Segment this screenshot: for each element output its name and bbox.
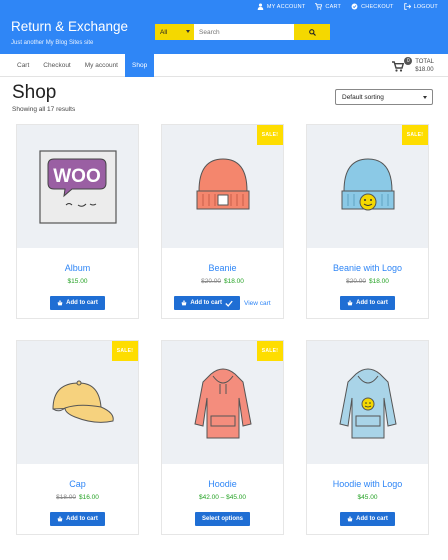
my-account-link[interactable]: MY ACCOUNT xyxy=(257,3,306,10)
cart-total-label: TOTAL xyxy=(415,59,434,65)
add-to-cart-label: Add to cart xyxy=(66,300,98,306)
checkout-icon xyxy=(351,3,358,10)
product-card-cap: SALE! Cap $18.00 $16.00 Add to cart xyxy=(16,340,139,535)
product-name[interactable]: Album xyxy=(17,263,138,273)
site-description: Just another My Blog Sites site xyxy=(11,40,94,46)
product-price: $15.00 xyxy=(17,278,138,285)
logout-icon xyxy=(403,3,411,10)
search-icon xyxy=(308,28,316,36)
product-name[interactable]: Cap xyxy=(17,479,138,489)
result-count: Showing all 17 results xyxy=(12,106,76,113)
sale-badge: SALE! xyxy=(112,341,138,361)
nav-item-checkout[interactable]: Checkout xyxy=(36,54,77,77)
logout-link[interactable]: LOGOUT xyxy=(403,3,438,10)
basket-icon xyxy=(347,300,353,306)
sale-badge: SALE! xyxy=(257,125,283,145)
add-to-cart-label: Add to cart xyxy=(356,516,388,522)
checkmark-icon xyxy=(225,300,233,307)
add-to-cart-label: Add to cart xyxy=(66,516,98,522)
add-to-cart-button[interactable]: Add to cart xyxy=(340,296,395,310)
current-price: $15.00 xyxy=(67,278,88,285)
old-price: $20.00 xyxy=(201,278,221,285)
sale-badge: SALE! xyxy=(402,125,428,145)
select-options-label: Select options xyxy=(201,516,243,522)
view-cart-link[interactable]: View cart xyxy=(244,300,271,307)
cart-total-value: $18.00 xyxy=(415,67,434,73)
add-to-cart-button[interactable]: Add to cart xyxy=(340,512,395,526)
hoodie-image xyxy=(193,368,252,438)
product-card-beanie-with-logo: SALE! Beanie with Logo $20.00 $18.00 Add … xyxy=(306,124,429,319)
page-title: Shop xyxy=(12,82,57,103)
logout-label: LOGOUT xyxy=(413,3,438,10)
main-navigation: Cart Checkout My account Shop 0 TOTAL $1… xyxy=(0,54,448,77)
cart-icon: 0 xyxy=(392,57,413,72)
add-to-cart-label: Add to cart xyxy=(356,300,388,306)
product-price: $45.00 xyxy=(307,494,428,501)
product-name[interactable]: Beanie xyxy=(162,263,283,273)
my-account-label: MY ACCOUNT xyxy=(266,3,306,10)
cart-link[interactable]: CART xyxy=(315,3,341,10)
cart-count-badge: 0 xyxy=(404,57,413,65)
site-title[interactable]: Return & Exchange xyxy=(11,19,128,34)
basket-icon xyxy=(181,300,187,306)
product-card-hoodie-with-logo: Hoodie with Logo $45.00 Add to cart xyxy=(306,340,429,535)
sort-select-value: Default sorting xyxy=(342,93,384,101)
svg-text:WOO: WOO xyxy=(53,166,101,187)
cap-image xyxy=(51,380,114,423)
search-category-label: All xyxy=(160,28,168,36)
product-card-album: WOO Album $15.00 Add to cart xyxy=(16,124,139,319)
search-button[interactable] xyxy=(294,24,330,40)
site-header: MY ACCOUNT CART CHECKOUT LOGOUT Return &… xyxy=(0,0,448,54)
product-price: $20.00 $18.00 xyxy=(307,278,428,285)
current-price: $16.00 xyxy=(79,494,99,501)
product-price: $20.00 $18.00 xyxy=(162,278,283,285)
chevron-down-icon xyxy=(423,96,427,99)
nav-item-my-account[interactable]: My account xyxy=(78,54,125,77)
top-links: MY ACCOUNT CART CHECKOUT LOGOUT xyxy=(257,3,438,10)
add-to-cart-button[interactable]: Add to cart xyxy=(174,296,241,310)
product-price: $42.00 – $45.00 xyxy=(162,494,283,501)
current-price: $42.00 – $45.00 xyxy=(199,494,246,501)
chevron-down-icon xyxy=(186,30,190,33)
old-price: $20.00 xyxy=(346,278,366,285)
product-card-beanie: SALE! Beanie $20.00 $18.00 Add to cart Vi… xyxy=(161,124,284,319)
product-name[interactable]: Hoodie with Logo xyxy=(307,479,428,489)
user-icon xyxy=(257,3,264,10)
cart-label: CART xyxy=(325,3,342,10)
basket-icon xyxy=(57,300,63,306)
hoodie-with-logo-image xyxy=(338,368,397,438)
old-price: $18.00 xyxy=(56,494,76,501)
basket-icon xyxy=(57,516,63,522)
checkout-link[interactable]: CHECKOUT xyxy=(351,3,393,10)
search-category-select[interactable]: All xyxy=(155,24,194,40)
beanie-image xyxy=(196,157,249,209)
current-price: $45.00 xyxy=(357,494,378,501)
product-name[interactable]: Beanie with Logo xyxy=(307,263,428,273)
search-bar: All xyxy=(155,24,330,40)
checkout-label: CHECKOUT xyxy=(361,3,394,10)
product-name[interactable]: Hoodie xyxy=(162,479,283,489)
nav-item-shop[interactable]: Shop xyxy=(125,54,155,77)
cart-icon xyxy=(315,3,323,10)
select-options-button[interactable]: Select options xyxy=(194,512,250,526)
nav-item-cart[interactable]: Cart xyxy=(10,54,36,77)
add-to-cart-button[interactable]: Add to cart xyxy=(50,296,105,310)
basket-icon xyxy=(347,516,353,522)
product-price: $18.00 $16.00 xyxy=(17,494,138,501)
album-image: WOO xyxy=(38,149,117,224)
sort-select[interactable]: Default sorting xyxy=(335,89,433,105)
search-input[interactable] xyxy=(194,24,294,40)
sale-badge: SALE! xyxy=(257,341,283,361)
product-card-hoodie: SALE! Hoodie $42.00 – $45.00 Select opti… xyxy=(161,340,284,535)
add-to-cart-button[interactable]: Add to cart xyxy=(50,512,105,526)
product-image[interactable] xyxy=(307,341,428,464)
beanie-with-logo-image xyxy=(341,157,394,210)
current-price: $18.00 xyxy=(369,278,389,285)
mini-cart[interactable]: 0 TOTAL $18.00 xyxy=(392,57,434,74)
add-to-cart-label: Add to cart xyxy=(190,300,223,306)
current-price: $18.00 xyxy=(224,278,244,285)
product-image[interactable]: WOO xyxy=(17,125,138,248)
